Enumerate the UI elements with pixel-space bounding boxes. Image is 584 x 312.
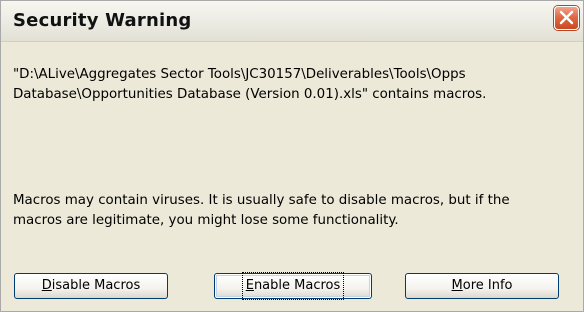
disable-macros-button[interactable]: Disable Macros [14, 273, 168, 299]
disable-label-rest: isable Macros [51, 278, 141, 293]
more-info-button[interactable]: More Info [405, 273, 559, 299]
enable-macros-label: Enable Macros [241, 272, 345, 300]
more-info-label-rest: ore Info [462, 278, 513, 293]
security-warning-dialog: Security Warning "D:\ALive\Aggregates Se… [0, 0, 584, 312]
enable-label-rest: nable Macros [253, 278, 341, 293]
close-button[interactable] [554, 6, 579, 30]
close-icon [559, 10, 574, 25]
enable-mnemonic: E [245, 278, 254, 293]
more-info-mnemonic: M [451, 278, 463, 293]
disable-macros-label: Disable Macros [42, 274, 140, 298]
macro-warning-message: Macros may contain viruses. It is usuall… [13, 193, 510, 228]
enable-macros-button[interactable]: Enable Macros [214, 272, 372, 300]
title-bar[interactable]: Security Warning [1, 1, 583, 42]
dialog-title: Security Warning [13, 10, 192, 31]
more-info-label: More Info [452, 274, 513, 298]
disable-mnemonic: D [41, 278, 52, 293]
macro-file-message: "D:\ALive\Aggregates Sector Tools\JC3015… [13, 67, 487, 102]
